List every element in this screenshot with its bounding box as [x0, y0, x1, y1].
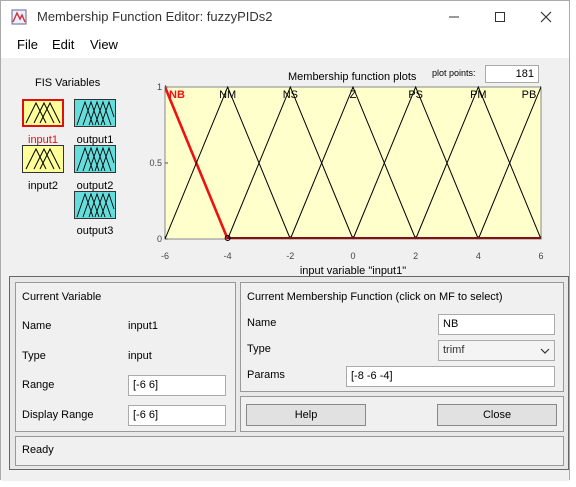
input2-mf-icon[interactable]: [22, 145, 64, 173]
menu-view[interactable]: View: [90, 37, 118, 52]
mf-label-z[interactable]: Z: [350, 89, 357, 101]
buttons-panel: Help Close: [240, 396, 564, 432]
mf-type-label: Type: [247, 343, 271, 355]
close-button[interactable]: Close: [437, 404, 557, 426]
menu-file[interactable]: File: [17, 37, 38, 52]
output3-label: output3: [76, 225, 114, 237]
mf-label-nm[interactable]: NM: [219, 89, 236, 101]
cv-type-label: Type: [22, 350, 46, 362]
mf-name-label: Name: [247, 317, 277, 329]
cv-display-range-label: Display Range: [22, 409, 94, 421]
current-mf-panel: Current Membership Function (click on MF…: [240, 282, 564, 392]
plot-points-label: plot points:: [432, 68, 476, 78]
mf-name-input[interactable]: NB: [438, 314, 555, 335]
window-title: Membership Function Editor: fuzzyPIDs2: [37, 9, 273, 24]
maximize-button[interactable]: [477, 1, 523, 32]
status-bar: Ready: [15, 436, 564, 466]
x-tick-label: 0: [350, 251, 355, 261]
cv-range-input[interactable]: [-6 6]: [128, 375, 226, 396]
cv-type-value: input: [128, 350, 152, 362]
matlab-app-icon: [11, 9, 27, 25]
mf-label-pb[interactable]: PB: [522, 89, 537, 101]
y-tick-label: 1: [157, 82, 162, 92]
mf-params-label: Params: [247, 369, 285, 381]
mf-editor-window: Membership Function Editor: fuzzyPIDs2 F…: [0, 0, 570, 481]
output1-mf-icon[interactable]: [74, 99, 116, 127]
help-button[interactable]: Help: [246, 404, 366, 426]
current-variable-title: Current Variable: [22, 291, 102, 303]
status-text: Ready: [22, 444, 54, 456]
x-tick-label: 6: [538, 251, 543, 261]
current-mf-title: Current Membership Function (click on MF…: [247, 291, 503, 303]
editor-content: FIS Variables input1 output1 input2 outp…: [1, 58, 569, 481]
menu-edit[interactable]: Edit: [52, 37, 74, 52]
mf-type-select[interactable]: trimf: [438, 340, 555, 361]
cv-name-value: input1: [128, 320, 158, 332]
mf-label-ps[interactable]: PS: [408, 89, 423, 101]
input2-label: input2: [28, 180, 58, 192]
mf-plot[interactable]: -6 -4 -2 0 2 4 600.51NB NM NS Z PS PM PBinput variab…: [146, 80, 561, 278]
y-tick-label: 0.5: [149, 158, 162, 168]
fis-variables-title: FIS Variables: [35, 77, 101, 89]
maximize-icon: [495, 11, 505, 22]
mf-type-value: trimf: [443, 344, 465, 356]
output2-mf-icon[interactable]: [74, 145, 116, 173]
chevron-down-icon: [540, 348, 550, 354]
y-tick-label: 0: [157, 234, 162, 244]
minimize-button[interactable]: [431, 1, 477, 32]
cv-name-label: Name: [22, 320, 52, 332]
x-tick-label: 4: [476, 251, 481, 261]
mf-label-ns[interactable]: NS: [283, 89, 298, 101]
x-tick-label: -6: [161, 251, 169, 261]
input1-mf-icon[interactable]: [22, 99, 64, 127]
x-tick-label: 2: [413, 251, 418, 261]
x-tick-label: -4: [224, 251, 232, 261]
menu-bar: File Edit View: [1, 32, 569, 58]
mf-label-pm[interactable]: PM: [470, 89, 487, 101]
close-window-button[interactable]: [523, 1, 569, 32]
minimize-icon: [449, 16, 459, 17]
mf-label-nb[interactable]: NB: [169, 89, 185, 101]
close-icon: [540, 11, 552, 22]
plot-area: [164, 86, 542, 240]
title-bar: Membership Function Editor: fuzzyPIDs2: [1, 1, 569, 32]
cv-display-range-input[interactable]: [-6 6]: [128, 405, 226, 426]
cv-range-label: Range: [22, 379, 55, 391]
output3-mf-icon[interactable]: [74, 191, 116, 219]
mf-params-input[interactable]: [-8 -6 -4]: [346, 366, 555, 387]
lower-panel: Current Variable Name input1 Type input …: [9, 276, 569, 470]
x-tick-label: -2: [286, 251, 294, 261]
current-variable-panel: Current Variable Name input1 Type input …: [15, 282, 236, 432]
